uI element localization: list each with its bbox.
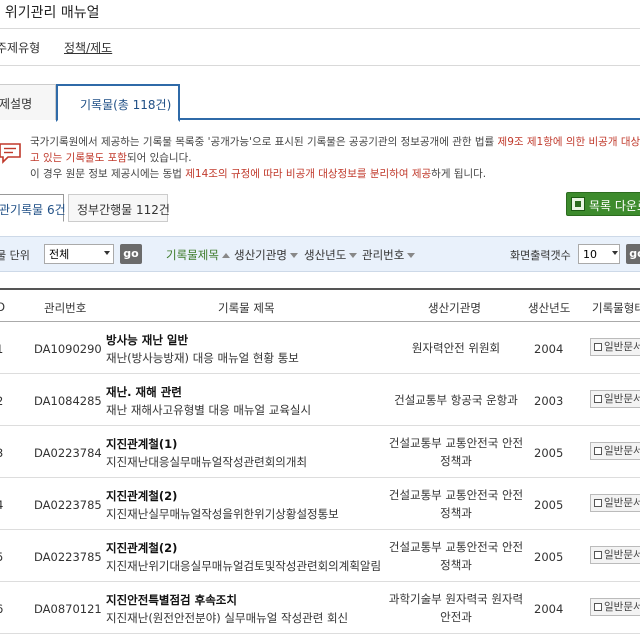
row-no: 4 <box>0 498 6 512</box>
col-id: 관리번호 <box>44 301 87 315</box>
col-no: O <box>0 300 6 314</box>
row-title-link[interactable]: 지진안전특별점검 후속조치 <box>106 592 237 608</box>
chevron-down-icon <box>612 251 618 255</box>
tab-description[interactable]: 제설명 <box>0 84 56 120</box>
unit-go-button[interactable]: go <box>120 244 142 264</box>
table-row[interactable]: 1 DA1090290 방사능 재난 일반재난(방사능방재) 대응 매뉴얼 현황 통… <box>0 322 640 374</box>
row-id: DA0223784 <box>34 446 102 460</box>
row-type-badge[interactable]: 일반문서 <box>590 442 640 460</box>
col-year: 생산년도 <box>528 301 571 315</box>
sort-desc-icon <box>289 253 298 258</box>
page-title: · 위기관리 매뉴얼 <box>0 5 100 21</box>
row-no: 3 <box>0 446 6 460</box>
row-title-link[interactable]: 재난. 재해 관련 <box>106 384 182 400</box>
sort-asc-icon <box>221 253 230 258</box>
tab-records[interactable]: 기록물(총 118건) <box>56 84 180 122</box>
subtab-gov-publications[interactable]: 정부간행물 112건 <box>68 194 170 222</box>
count-go-button[interactable]: go <box>626 244 640 264</box>
row-org: 건설교통부 교통안전국 안전 정책과 <box>388 488 524 520</box>
filter-bar: 물 단위 전체 go 기록물제목 생산기관명 생산년도 관리번호 화면출력갯수 … <box>0 236 640 272</box>
sort-desc-icon <box>407 253 416 258</box>
unit-label: 물 단위 <box>0 249 30 262</box>
document-icon <box>594 395 602 403</box>
notice-line-1: 국가기록원에서 제공하는 기록물 목록중 '공개가능'으로 표시된 기록물은 공… <box>30 136 640 148</box>
row-title-link[interactable]: 방사능 재난 일반 <box>106 332 188 348</box>
row-type-badge[interactable]: 일반문서 <box>590 598 640 616</box>
row-title-link[interactable]: 지진관계철(2) <box>106 488 177 504</box>
row-no: 2 <box>0 394 6 408</box>
row-title-link[interactable]: 지진관계철(2) <box>106 540 177 556</box>
row-year: 2005 <box>534 550 564 564</box>
table-row[interactable]: 2 DA1084285 재난. 재해 관련재난 재해사고유형별 대응 매뉴얼 교육실… <box>0 374 640 426</box>
row-org: 건설교통부 교통안전국 안전 정책과 <box>388 540 524 572</box>
info-key: 주제유형 <box>0 41 41 55</box>
sort-id[interactable]: 관리번호 <box>362 247 416 263</box>
subtab-related-records[interactable]: 관기록물 6건 <box>0 194 66 222</box>
table-row[interactable]: 6 DA0870121 지진안전특별점검 후속조치지진재난(원전안전분야) 실무매뉴… <box>0 582 640 634</box>
document-icon <box>594 343 602 351</box>
row-subtitle: 지진재난(원전안전분야) 실무매뉴얼 작성관련 회신 <box>106 611 349 625</box>
row-id: DA0870121 <box>34 602 102 616</box>
notice-line-3: 이 경우 원문 정보 제공시에는 동법 제14조의 규정에 따라 비공개 대상정… <box>30 168 487 180</box>
row-type-badge[interactable]: 일반문서 <box>590 494 640 512</box>
notice-box: 국가기록원에서 제공하는 기록물 목록중 '공개가능'으로 표시된 기록물은 공… <box>0 134 640 182</box>
row-subtitle: 재난 재해사고유형별 대응 매뉴얼 교육실시 <box>106 403 312 417</box>
excel-icon <box>571 197 585 211</box>
speech-bubble-icon <box>0 143 21 164</box>
row-no: 5 <box>0 550 6 564</box>
row-subtitle: 지진재난위기대응실무매뉴얼검토및작성관련회의계획알림 <box>106 559 382 573</box>
row-subtitle: 재난(방사능방재) 대응 매뉴얼 현황 통보 <box>106 351 299 365</box>
row-year: 2004 <box>534 602 564 616</box>
row-no: 1 <box>0 342 6 356</box>
download-list-button[interactable]: 목록 다운로 <box>566 192 640 216</box>
info-row: 주제유형 정책/제도 <box>0 28 640 66</box>
table-row[interactable]: 4 DA0223785 지진관계철(2) 지진재난실무매뉴얼작성을위한위기상황설정통보… <box>0 478 640 530</box>
row-type-badge[interactable]: 일반문서 <box>590 338 640 356</box>
row-id: DA1084285 <box>34 394 102 408</box>
row-title-link[interactable]: 지진관계철(1) <box>106 436 177 452</box>
document-icon <box>594 499 602 507</box>
col-type: 기록물형태 <box>592 301 640 315</box>
col-org: 생산기관명 <box>428 301 481 315</box>
row-type-badge[interactable]: 일반문서 <box>590 390 640 408</box>
row-year: 2004 <box>534 342 564 356</box>
row-org: 건설교통부 항공국 운항과 <box>394 393 518 407</box>
row-subtitle: 지진재난실무매뉴얼작성을위한위기상황설정통보 <box>106 507 339 521</box>
row-year: 2005 <box>534 498 564 512</box>
row-id: DA1090290 <box>34 342 102 356</box>
row-id: DA0223785 <box>34 550 102 564</box>
row-type-badge[interactable]: 일반문서 <box>590 546 640 564</box>
row-subtitle: 지진재난대응실무매뉴얼작성관련회의개최 <box>106 455 308 469</box>
page-title-bar: · 위기관리 매뉴얼 <box>0 0 640 26</box>
chevron-down-icon <box>104 251 110 255</box>
row-org: 원자력안전 위원회 <box>411 341 501 355</box>
document-icon <box>594 447 602 455</box>
table-header: O 관리번호 기록물 제목 생산기관명 생산년도 기록물형태 <box>0 288 640 322</box>
info-value-link[interactable]: 정책/제도 <box>64 39 112 56</box>
row-id: DA0223785 <box>34 498 102 512</box>
sort-org[interactable]: 생산기관명 <box>234 247 298 263</box>
row-year: 2005 <box>534 446 564 460</box>
row-no: 6 <box>0 602 6 616</box>
row-org: 과학기술부 원자력국 원자력 안전과 <box>388 592 524 624</box>
document-icon <box>594 551 602 559</box>
sort-title[interactable]: 기록물제목 <box>166 247 230 263</box>
table-row[interactable]: 3 DA0223784 지진관계철(1) 지진재난대응실무매뉴얼작성관련회의개최 건설교… <box>0 426 640 478</box>
document-icon <box>594 603 602 611</box>
col-title: 기록물 제목 <box>218 301 275 315</box>
count-label: 화면출력갯수 <box>510 249 571 262</box>
table-row[interactable]: 5 DA0223785 지진관계철(2) 지진재난위기대응실무매뉴얼검토및작성관련회의… <box>0 530 640 582</box>
notice-line-2: 고 있는 기록물도 포함되어 있습니다. <box>30 152 192 164</box>
sub-tabs: 관기록물 6건 정부간행물 112건 <box>0 194 640 222</box>
download-list-label: 목록 다운로 <box>589 199 640 213</box>
row-year: 2003 <box>534 394 564 408</box>
main-tabs: 제설명 기록물(총 118건) <box>0 84 640 122</box>
sort-desc-icon <box>349 253 358 258</box>
sort-year[interactable]: 생산년도 <box>304 247 358 263</box>
row-org: 건설교통부 교통안전국 안전 정책과 <box>388 436 524 468</box>
